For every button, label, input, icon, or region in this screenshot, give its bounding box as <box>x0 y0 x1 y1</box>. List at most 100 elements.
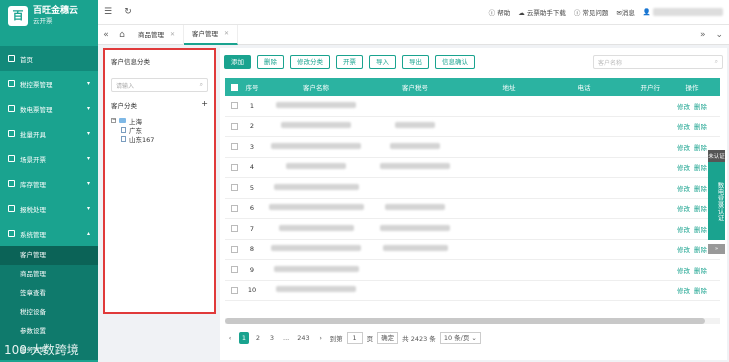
select-all-checkbox[interactable] <box>230 83 238 91</box>
table-row[interactable]: 6 修改 删除 <box>225 199 720 219</box>
home-tab-icon[interactable]: ⌂ <box>114 30 130 40</box>
edit-link[interactable]: 修改 <box>677 123 690 131</box>
delete-link[interactable]: 删除 <box>694 185 707 193</box>
expand-icon[interactable]: » <box>708 244 725 254</box>
add-category-icon[interactable]: + <box>201 100 208 110</box>
menu-toggle-icon[interactable]: ☰ <box>98 7 118 17</box>
submenu-item[interactable]: 税控设备 <box>0 303 98 322</box>
tabs-next-icon[interactable]: » <box>700 30 706 40</box>
edit-link[interactable]: 修改 <box>677 164 690 172</box>
goto-page-input[interactable]: 1 <box>346 332 363 344</box>
row-checkbox[interactable] <box>230 286 238 294</box>
import-button[interactable]: 导入 <box>369 55 396 69</box>
download-link[interactable]: ☁ 云票助手下载 <box>518 7 566 17</box>
sidebar-item-7[interactable]: 系统管理 ▴ <box>0 221 98 246</box>
prev-page-button[interactable]: ‹ <box>225 332 235 344</box>
submenu-item[interactable]: 参数设置 <box>0 322 98 341</box>
modify-category-button[interactable]: 修改分类 <box>290 55 330 69</box>
edit-link[interactable]: 修改 <box>677 185 690 193</box>
sidebar-item-5[interactable]: 库存管理 ▾ <box>0 171 98 196</box>
sidebar-item-0[interactable]: 首页 <box>0 46 98 71</box>
cert-login-button[interactable]: 数电登录认证 <box>708 162 725 240</box>
table-row[interactable]: 7 修改 删除 <box>225 219 720 240</box>
submenu-item[interactable]: 客户管理 <box>0 246 98 265</box>
row-checkbox[interactable] <box>230 184 238 192</box>
sidebar: 百 百旺金穗云 云开票 首页 税控票管理 ▾ 数电票管理 ▾ 批量开具 ▾ 场景开票 ▾ 库存管理… <box>0 0 98 362</box>
tree-node-child[interactable]: 广东 <box>111 125 208 135</box>
collapse-icon[interactable]: − <box>111 118 116 123</box>
tree-node-child[interactable]: 山东167 <box>111 134 208 144</box>
table-row[interactable]: 5 修改 删除 <box>225 178 720 199</box>
close-icon[interactable]: ✕ <box>224 24 229 44</box>
sidebar-item-3[interactable]: 批量开具 ▾ <box>0 121 98 146</box>
table-row[interactable]: 9 修改 删除 <box>225 260 720 281</box>
row-checkbox[interactable] <box>230 143 238 151</box>
delete-link[interactable]: 删除 <box>694 164 707 172</box>
table-row[interactable]: 10 修改 删除 <box>225 281 720 301</box>
delete-link[interactable]: 删除 <box>694 226 707 234</box>
goto-confirm-button[interactable]: 确定 <box>377 332 399 344</box>
sidebar-item-6[interactable]: 报税处理 ▾ <box>0 196 98 221</box>
customer-search-input[interactable]: 客户名称 ⌕ <box>593 55 723 69</box>
delete-link[interactable]: 删除 <box>694 205 707 213</box>
table-row[interactable]: 8 修改 删除 <box>225 240 720 260</box>
submenu-item[interactable]: 签章查看 <box>0 284 98 303</box>
next-page-button[interactable]: › <box>316 332 326 344</box>
delete-link[interactable]: 删除 <box>694 267 707 275</box>
edit-link[interactable]: 修改 <box>677 103 690 111</box>
horizontal-scrollbar[interactable] <box>225 318 720 324</box>
issue-invoice-button[interactable]: 开票 <box>336 55 363 69</box>
category-search-input[interactable]: 请输入 ⌕ <box>111 78 208 92</box>
tabs-prev-icon[interactable]: « <box>98 30 114 40</box>
delete-button[interactable]: 删除 <box>257 55 284 69</box>
refresh-icon[interactable]: ↻ <box>118 7 138 17</box>
export-button[interactable]: 导出 <box>402 55 429 69</box>
sidebar-item-4[interactable]: 场景开票 ▾ <box>0 146 98 171</box>
sidebar-item-1[interactable]: 税控票管理 ▾ <box>0 71 98 96</box>
add-button[interactable]: 添加 <box>224 55 251 69</box>
confirm-info-button[interactable]: 信息确认 <box>435 55 475 69</box>
row-checkbox[interactable] <box>230 225 238 233</box>
user-menu[interactable]: 👤 ██████████████ <box>643 8 723 16</box>
tab-goods[interactable]: 商品管理 ✕ <box>130 24 185 45</box>
delete-link[interactable]: 删除 <box>694 103 707 111</box>
row-checkbox[interactable] <box>230 245 238 253</box>
help-link[interactable]: ⓘ 帮助 <box>489 7 511 17</box>
row-checkbox[interactable] <box>230 204 238 212</box>
table-row[interactable]: 3 修改 删除 <box>225 137 720 158</box>
page-last[interactable]: 243 <box>295 332 311 344</box>
delete-link[interactable]: 删除 <box>694 144 707 152</box>
submenu-item[interactable]: 商品管理 <box>0 265 98 284</box>
edit-link[interactable]: 修改 <box>677 205 690 213</box>
row-no: 3 <box>249 142 255 151</box>
page-size-select[interactable]: 10 条/页 ⌄ <box>439 332 481 344</box>
cert-widget[interactable]: 未认证 数电登录认证 » <box>708 150 725 254</box>
chevron-down-icon: ▾ <box>86 80 90 87</box>
edit-link[interactable]: 修改 <box>677 287 690 295</box>
page-2[interactable]: 2 <box>253 332 263 344</box>
row-taxid <box>371 204 459 212</box>
close-icon[interactable]: ✕ <box>170 25 175 45</box>
delete-link[interactable]: 删除 <box>694 123 707 131</box>
sidebar-item-2[interactable]: 数电票管理 ▾ <box>0 96 98 121</box>
chevron-down-icon[interactable]: ⌄ <box>715 30 723 40</box>
page-1[interactable]: 1 <box>239 332 249 344</box>
page-3[interactable]: 3 <box>267 332 277 344</box>
edit-link[interactable]: 修改 <box>677 144 690 152</box>
edit-link[interactable]: 修改 <box>677 226 690 234</box>
edit-link[interactable]: 修改 <box>677 246 690 254</box>
delete-link[interactable]: 删除 <box>694 246 707 254</box>
messages-link[interactable]: ✉消息 <box>616 7 634 17</box>
table-row[interactable]: 4 修改 删除 <box>225 158 720 178</box>
row-checkbox[interactable] <box>230 122 238 130</box>
row-checkbox[interactable] <box>230 266 238 274</box>
row-checkbox[interactable] <box>230 163 238 171</box>
row-checkbox[interactable] <box>230 102 238 110</box>
table-row[interactable]: 1 修改 删除 <box>225 96 720 117</box>
delete-link[interactable]: 删除 <box>694 287 707 295</box>
edit-link[interactable]: 修改 <box>677 267 690 275</box>
tab-customers[interactable]: 客户管理 ✕ <box>184 24 239 45</box>
tree-node-root[interactable]: − 上海 <box>111 116 208 126</box>
faq-link[interactable]: ⓘ 常见问题 <box>574 7 609 17</box>
table-row[interactable]: 2 修改 删除 <box>225 117 720 137</box>
